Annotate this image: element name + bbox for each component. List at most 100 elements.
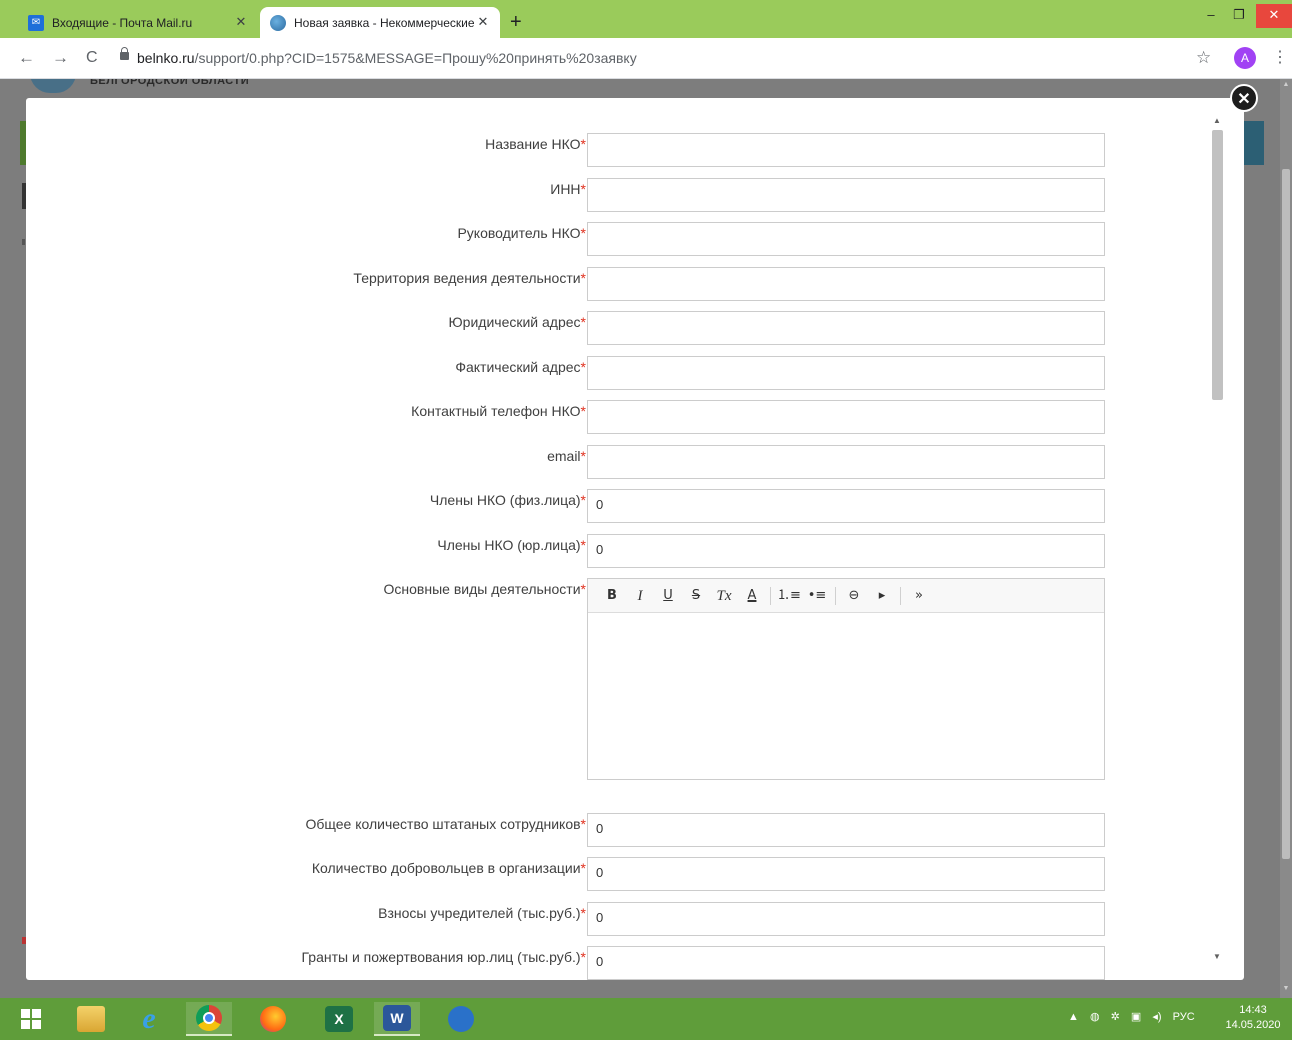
network-icon[interactable]: ◍ — [1090, 1011, 1100, 1023]
start-button[interactable] — [8, 1002, 54, 1036]
show-hidden-icons-icon[interactable]: ▲ — [1068, 1011, 1079, 1023]
minimize-window-button[interactable]: – — [1198, 4, 1224, 28]
grants-input[interactable]: 0 — [587, 946, 1105, 980]
site-favicon-icon — [270, 14, 286, 31]
nko-name-input[interactable] — [587, 133, 1105, 167]
taskbar-explorer[interactable] — [68, 1002, 114, 1036]
staff-count-input[interactable]: 0 — [587, 813, 1105, 847]
field-label: Название НКО* — [485, 136, 586, 152]
background-text-fragment — [22, 239, 25, 245]
system-tray: ▲ ◍ ✲ ▣ ◂) РУС — [1068, 1010, 1203, 1023]
field-label: Основные виды деятельности* — [383, 581, 586, 597]
monitor-icon[interactable]: ▣ — [1131, 1011, 1141, 1023]
url-field[interactable]: belnko.ru/support/0.php?CID=1575&MESSAGE… — [137, 50, 637, 66]
taskbar-excel[interactable]: X — [316, 1002, 362, 1036]
bookmark-star-icon[interactable]: ☆ — [1196, 48, 1211, 68]
taskbar-firefox[interactable] — [250, 1002, 296, 1036]
field-label: Контактный телефон НКО* — [411, 403, 586, 419]
text-color-button[interactable]: A — [738, 586, 766, 606]
clear-format-button[interactable]: Tx — [710, 586, 738, 606]
language-indicator[interactable]: РУС — [1173, 1011, 1195, 1023]
system-clock[interactable]: 14:43 14.05.2020 — [1222, 1003, 1284, 1033]
taskbar-internet-explorer[interactable]: e — [126, 1002, 172, 1036]
tab-title: Входящие - Почта Mail.ru — [52, 15, 193, 30]
field-label: Члены НКО (физ.лица)* — [429, 492, 586, 508]
back-arrow-icon[interactable]: ← — [18, 48, 35, 68]
taskbar-word[interactable]: W — [374, 1002, 420, 1036]
close-modal-icon[interactable]: ✕ — [1230, 84, 1258, 112]
toolbar-divider — [770, 586, 771, 605]
restore-window-button[interactable]: ❐ — [1226, 4, 1252, 28]
taskbar-mail-app[interactable] — [438, 1002, 484, 1036]
members-legal-input[interactable]: 0 — [587, 534, 1105, 568]
scroll-up-arrow-icon[interactable]: ▲ — [1281, 81, 1291, 88]
page-scrollbar-thumb[interactable] — [1282, 169, 1290, 859]
territory-input[interactable] — [587, 267, 1105, 301]
clock-time: 14:43 — [1239, 1004, 1267, 1016]
director-input[interactable] — [587, 222, 1105, 256]
strikethrough-button[interactable]: S — [682, 586, 710, 606]
toolbar-divider — [835, 586, 836, 605]
ordered-list-button[interactable]: ⒈≡ — [775, 586, 803, 606]
new-tab-button[interactable]: + — [510, 12, 522, 32]
activities-editor-area[interactable] — [588, 613, 1104, 779]
more-tools-button[interactable]: » — [905, 586, 933, 606]
unordered-list-button[interactable]: •≡ — [803, 586, 831, 606]
activities-rich-editor: B I U S Tx A ⒈≡ •≡ ⊖ ▸ » — [587, 578, 1105, 780]
windows-logo-icon — [21, 1009, 41, 1029]
excel-icon: X — [325, 1006, 353, 1032]
editor-toolbar: B I U S Tx A ⒈≡ •≡ ⊖ ▸ » — [588, 579, 1104, 613]
field-label: Количество добровольцев в организации* — [311, 860, 586, 876]
tab-title: Новая заявка - Некоммерческие — [294, 15, 474, 30]
field-label: Общее количество штатаных сотрудников* — [305, 816, 586, 832]
page-scrollbar[interactable]: ▲ ▼ — [1280, 79, 1292, 998]
tab-new-request[interactable]: Новая заявка - Некоммерческие ✕ — [260, 7, 500, 38]
close-window-button[interactable]: ✕ — [1256, 4, 1292, 28]
lock-icon[interactable] — [120, 47, 129, 60]
close-tab-icon[interactable]: ✕ — [234, 15, 248, 29]
members-individuals-input[interactable]: 0 — [587, 489, 1105, 523]
modal-scrollbar-thumb[interactable] — [1212, 130, 1223, 400]
forward-arrow-icon[interactable]: → — [52, 48, 69, 68]
field-label: Взносы учредителей (тыс.руб.)* — [378, 905, 586, 921]
site-logo-text: БЕЛГОРОДСКОЙ ОБЛАСТИ — [90, 79, 250, 87]
founder-fees-input[interactable]: 0 — [587, 902, 1105, 936]
background-banner-right — [1244, 121, 1264, 165]
close-tab-icon[interactable]: ✕ — [476, 15, 490, 29]
volunteers-input[interactable]: 0 — [587, 857, 1105, 891]
underline-button[interactable]: U — [654, 586, 682, 606]
browser-tab-bar: ✉ Входящие - Почта Mail.ru ✕ Новая заявк… — [0, 0, 1292, 38]
scroll-down-arrow-icon[interactable]: ▼ — [1281, 985, 1291, 992]
mail-favicon-icon: ✉ — [28, 14, 44, 31]
browser-menu-icon[interactable]: ⋮ — [1272, 47, 1288, 67]
email-input[interactable] — [587, 445, 1105, 479]
italic-button[interactable]: I — [626, 586, 654, 606]
volume-icon[interactable]: ◂) — [1152, 1011, 1161, 1023]
phone-input[interactable] — [587, 400, 1105, 434]
tab-mail[interactable]: ✉ Входящие - Почта Mail.ru ✕ — [18, 7, 258, 38]
antivirus-icon[interactable]: ✲ — [1111, 1011, 1120, 1023]
clock-date: 14.05.2020 — [1225, 1019, 1281, 1031]
taskbar-chrome[interactable] — [186, 1002, 232, 1036]
internet-explorer-icon: e — [142, 1002, 156, 1035]
media-button[interactable]: ▸ — [868, 586, 896, 606]
bold-button[interactable]: B — [598, 586, 626, 606]
legal-address-input[interactable] — [587, 311, 1105, 345]
actual-address-input[interactable] — [587, 356, 1105, 390]
toolbar-divider — [900, 586, 901, 605]
scroll-up-arrow-icon[interactable]: ▲ — [1210, 116, 1224, 125]
url-path: /support/0.php?CID=1575&MESSAGE=Прошу%20… — [194, 50, 637, 66]
inn-input[interactable] — [587, 178, 1105, 212]
field-label: ИНН* — [550, 181, 586, 197]
reload-icon[interactable]: C — [86, 48, 98, 68]
windows-taskbar: e X W ▲ ◍ ✲ ▣ ◂) РУС 14:43 14.05.2020 — [0, 998, 1292, 1040]
link-button[interactable]: ⊖ — [840, 586, 868, 606]
firefox-icon — [260, 1006, 286, 1032]
profile-avatar[interactable]: A — [1234, 47, 1256, 69]
field-label: Руководитель НКО* — [457, 225, 586, 241]
mail-app-icon — [448, 1006, 474, 1032]
modal-scrollbar[interactable]: ▲ ▼ — [1210, 114, 1224, 964]
site-logo-icon — [30, 79, 76, 93]
scroll-down-arrow-icon[interactable]: ▼ — [1210, 952, 1224, 961]
url-host: belnko.ru — [137, 50, 195, 66]
